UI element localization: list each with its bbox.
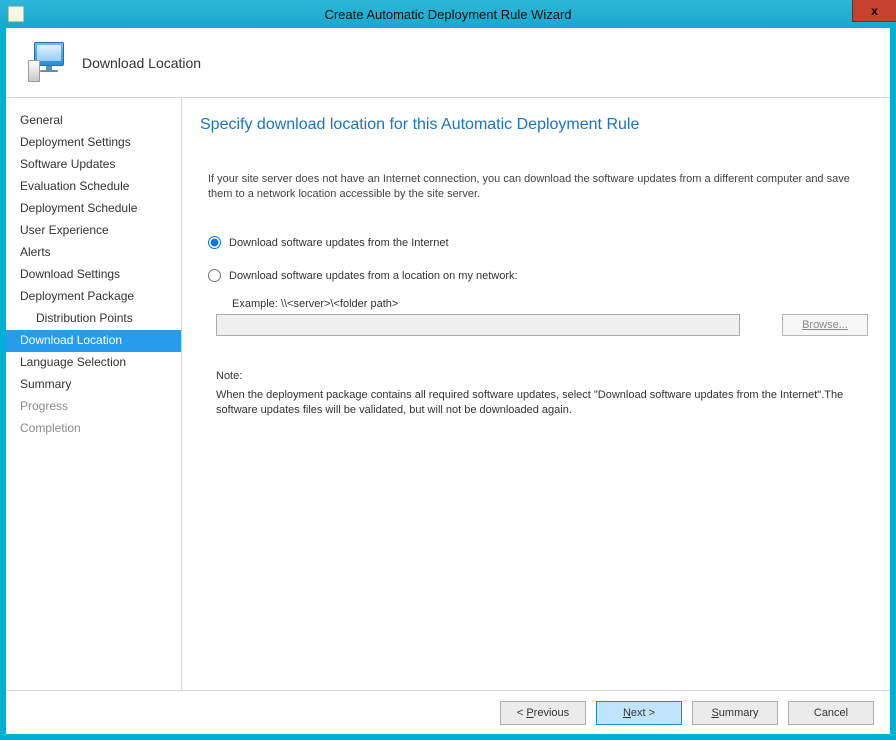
note-text: When the deployment package contains all… [216,388,866,418]
content-heading: Specify download location for this Autom… [200,116,872,134]
summary-button[interactable]: Summary [692,701,778,725]
nav-item-language-selection[interactable]: Language Selection [6,352,181,374]
network-path-input [216,314,740,336]
radio-download-local-input[interactable] [208,269,221,282]
nav-item-completion: Completion [6,418,181,440]
radio-download-internet-input[interactable] [208,236,221,249]
close-icon: x [871,4,878,18]
wizard-content: Specify download location for this Autom… [182,98,890,690]
intro-text: If your site server does not have an Int… [208,172,870,202]
titlebar: Create Automatic Deployment Rule Wizard … [0,0,896,28]
nav-item-deployment-package[interactable]: Deployment Package [6,286,181,308]
radio-download-local-label: Download software updates from a locatio… [229,270,518,282]
nav-item-deployment-settings[interactable]: Deployment Settings [6,132,181,154]
nav-item-alerts[interactable]: Alerts [6,242,181,264]
radio-download-local[interactable]: Download software updates from a locatio… [208,269,872,282]
window-body: Download Location GeneralDeployment Sett… [6,28,890,734]
nav-item-evaluation-schedule[interactable]: Evaluation Schedule [6,176,181,198]
computer-icon [28,42,68,84]
example-text: Example: \\<server>\<folder path> [232,298,872,310]
nav-item-general[interactable]: General [6,110,181,132]
page-title: Download Location [82,55,201,71]
nav-item-deployment-schedule[interactable]: Deployment Schedule [6,198,181,220]
nav-item-download-settings[interactable]: Download Settings [6,264,181,286]
cancel-button[interactable]: Cancel [788,701,874,725]
next-button[interactable]: Next > [596,701,682,725]
close-button[interactable]: x [852,0,896,22]
nav-item-download-location[interactable]: Download Location [6,330,181,352]
radio-download-internet[interactable]: Download software updates from the Inter… [208,236,872,249]
nav-item-progress: Progress [6,396,181,418]
nav-item-user-experience[interactable]: User Experience [6,220,181,242]
radio-download-internet-label: Download software updates from the Inter… [229,237,449,249]
browse-button: Browse... [782,314,868,336]
nav-item-summary[interactable]: Summary [6,374,181,396]
wizard-header: Download Location [6,28,890,98]
previous-button[interactable]: < Previous [500,701,586,725]
window-title: Create Automatic Deployment Rule Wizard [0,7,896,22]
note-label: Note: [216,370,872,382]
wizard-nav-sidebar: GeneralDeployment SettingsSoftware Updat… [6,98,182,690]
nav-item-software-updates[interactable]: Software Updates [6,154,181,176]
nav-item-distribution-points[interactable]: Distribution Points [6,308,181,330]
wizard-footer: < Previous Next > Summary Cancel [6,690,890,734]
